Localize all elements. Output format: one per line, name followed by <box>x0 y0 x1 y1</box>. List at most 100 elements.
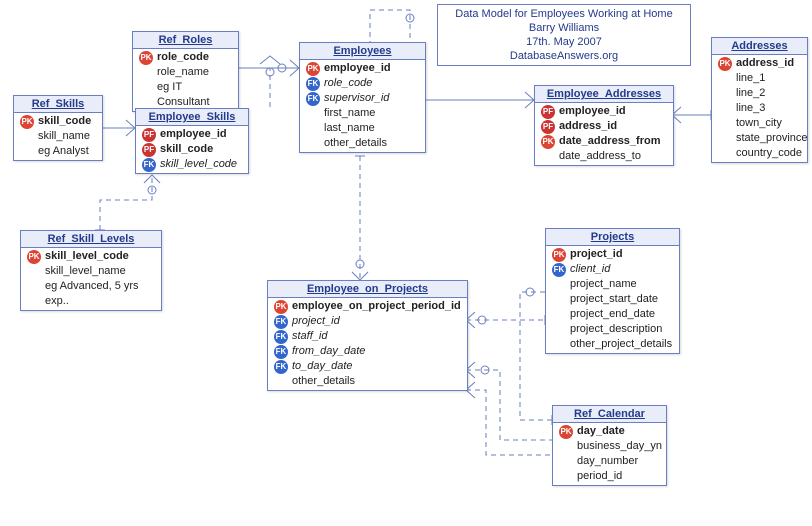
blank-key-icon <box>559 440 573 454</box>
attribute-row: last_name <box>300 121 425 136</box>
entity-title-link[interactable]: Employees <box>333 45 391 57</box>
attribute-label: employee_id <box>160 127 227 142</box>
pk-key-icon: PK <box>541 135 555 149</box>
attribute-label: last_name <box>324 121 375 136</box>
attribute-row: line_3 <box>712 101 807 116</box>
fk-key-icon: FK <box>274 360 288 374</box>
attribute-row: other_details <box>268 374 467 389</box>
attribute-row: PKskill_level_code <box>21 249 161 264</box>
attribute-label: line_3 <box>736 101 765 116</box>
pf-key-icon: PF <box>142 143 156 157</box>
attribute-row: role_name <box>133 65 238 80</box>
attribute-row: project_name <box>546 277 679 292</box>
pk-key-icon: PK <box>274 300 288 314</box>
entity-ref-skills: Ref_Skills PKskill_codeskill_nameeg Anal… <box>13 95 103 161</box>
entity-projects: Projects PKproject_idFKclient_idproject_… <box>545 228 680 354</box>
attribute-row: PK date_address_from <box>535 134 673 149</box>
entity-title-link[interactable]: Employee_on_Projects <box>307 283 428 295</box>
entity-header: Projects <box>546 229 679 246</box>
attribute-label: skill_name <box>38 129 90 144</box>
fk-key-icon: FK <box>274 315 288 329</box>
attribute-label: employee_id <box>559 104 626 119</box>
attribute-row: line_2 <box>712 86 807 101</box>
entity-addresses: Addresses PKaddress_idline_1line_2line_3… <box>711 37 808 163</box>
entity-title-link[interactable]: Projects <box>591 231 634 243</box>
blank-key-icon <box>718 147 732 161</box>
attribute-row: PKemployee_id <box>300 61 425 76</box>
blank-key-icon <box>20 145 34 159</box>
attribute-row: FKfrom_day_date <box>268 344 467 359</box>
entity-title-link[interactable]: Ref_Calendar <box>574 408 645 420</box>
blank-key-icon <box>552 278 566 292</box>
attribute-row: FKrole_code <box>300 76 425 91</box>
entity-employee-addresses: Employee_Addresses PFemployee_idPFaddres… <box>534 85 674 166</box>
attribute-label: other_project_details <box>570 337 672 352</box>
title-line-2: Barry Williams <box>448 21 680 35</box>
attribute-row: other_project_details <box>546 337 679 352</box>
attribute-row: PKskill_code <box>14 114 102 129</box>
attribute-row: FKclient_id <box>546 262 679 277</box>
entity-ref-roles: Ref_Roles PKrole_coderole_nameeg IT Cons… <box>132 31 239 112</box>
attribute-row: eg Advanced, 5 yrs exp.. <box>21 279 161 309</box>
attribute-label: line_2 <box>736 86 765 101</box>
attribute-label: skill_code <box>38 114 91 129</box>
blank-key-icon <box>306 122 320 136</box>
attribute-row: FKskill_level_code <box>136 157 248 172</box>
blank-key-icon <box>139 88 153 102</box>
title-line-1: Data Model for Employees Working at Home <box>448 7 680 21</box>
entity-title-link[interactable]: Employee_Addresses <box>547 88 661 100</box>
attribute-label: country_code <box>736 146 802 161</box>
blank-key-icon <box>718 117 732 131</box>
attribute-row: date_address_to <box>535 149 673 164</box>
attribute-label: day_date <box>577 424 625 439</box>
attribute-label: line_1 <box>736 71 765 86</box>
attribute-label: address_id <box>559 119 617 134</box>
blank-key-icon <box>552 308 566 322</box>
attribute-label: date_address_to <box>559 149 641 164</box>
fk-key-icon: FK <box>274 345 288 359</box>
blank-key-icon <box>139 66 153 80</box>
entity-header: Ref_Skills <box>14 96 102 113</box>
entity-header: Addresses <box>712 38 807 55</box>
attribute-label: project_name <box>570 277 637 292</box>
attribute-label: skill_level_code <box>160 157 237 172</box>
blank-key-icon <box>559 470 573 484</box>
attribute-row: country_code <box>712 146 807 161</box>
attribute-label: date_address_from <box>559 134 661 149</box>
entity-header: Ref_Skill_Levels <box>21 231 161 248</box>
attribute-row: FKstaff_id <box>268 329 467 344</box>
entity-employee-skills: Employee_Skills PFemployee_idPFskill_cod… <box>135 108 249 174</box>
attribute-row: period_id <box>553 469 666 484</box>
entity-header: Ref_Roles <box>133 32 238 49</box>
attribute-label: town_city <box>736 116 782 131</box>
entity-title-link[interactable]: Ref_Roles <box>159 34 213 46</box>
blank-key-icon <box>559 455 573 469</box>
attribute-label: skill_level_code <box>45 249 129 264</box>
attribute-row: town_city <box>712 116 807 131</box>
entity-employees: Employees PKemployee_idFKrole_codeFKsupe… <box>299 42 426 153</box>
attribute-label: role_code <box>324 76 372 91</box>
attribute-label: skill_code <box>160 142 213 157</box>
attribute-label: role_name <box>157 65 209 80</box>
title-line-3: 17th. May 2007 <box>448 35 680 49</box>
entity-title-link[interactable]: Ref_Skill_Levels <box>48 233 135 245</box>
entity-title-link[interactable]: Ref_Skills <box>32 98 85 110</box>
attribute-row: FKsupervisor_id <box>300 91 425 106</box>
entity-title-link[interactable]: Addresses <box>731 40 787 52</box>
attribute-label: skill_level_name <box>45 264 126 279</box>
blank-key-icon <box>552 338 566 352</box>
attribute-row: project_start_date <box>546 292 679 307</box>
fk-key-icon: FK <box>552 263 566 277</box>
attribute-row: eg Analyst <box>14 144 102 159</box>
entity-title-link[interactable]: Employee_Skills <box>149 111 236 123</box>
blank-key-icon <box>27 287 41 301</box>
attribute-row: business_day_yn <box>553 439 666 454</box>
attribute-label: first_name <box>324 106 375 121</box>
blank-key-icon <box>274 375 288 389</box>
blank-key-icon <box>718 132 732 146</box>
blank-key-icon <box>20 130 34 144</box>
pf-key-icon: PF <box>541 120 555 134</box>
attribute-label: supervisor_id <box>324 91 389 106</box>
entity-header: Ref_Calendar <box>553 406 666 423</box>
attribute-label: project_end_date <box>570 307 655 322</box>
